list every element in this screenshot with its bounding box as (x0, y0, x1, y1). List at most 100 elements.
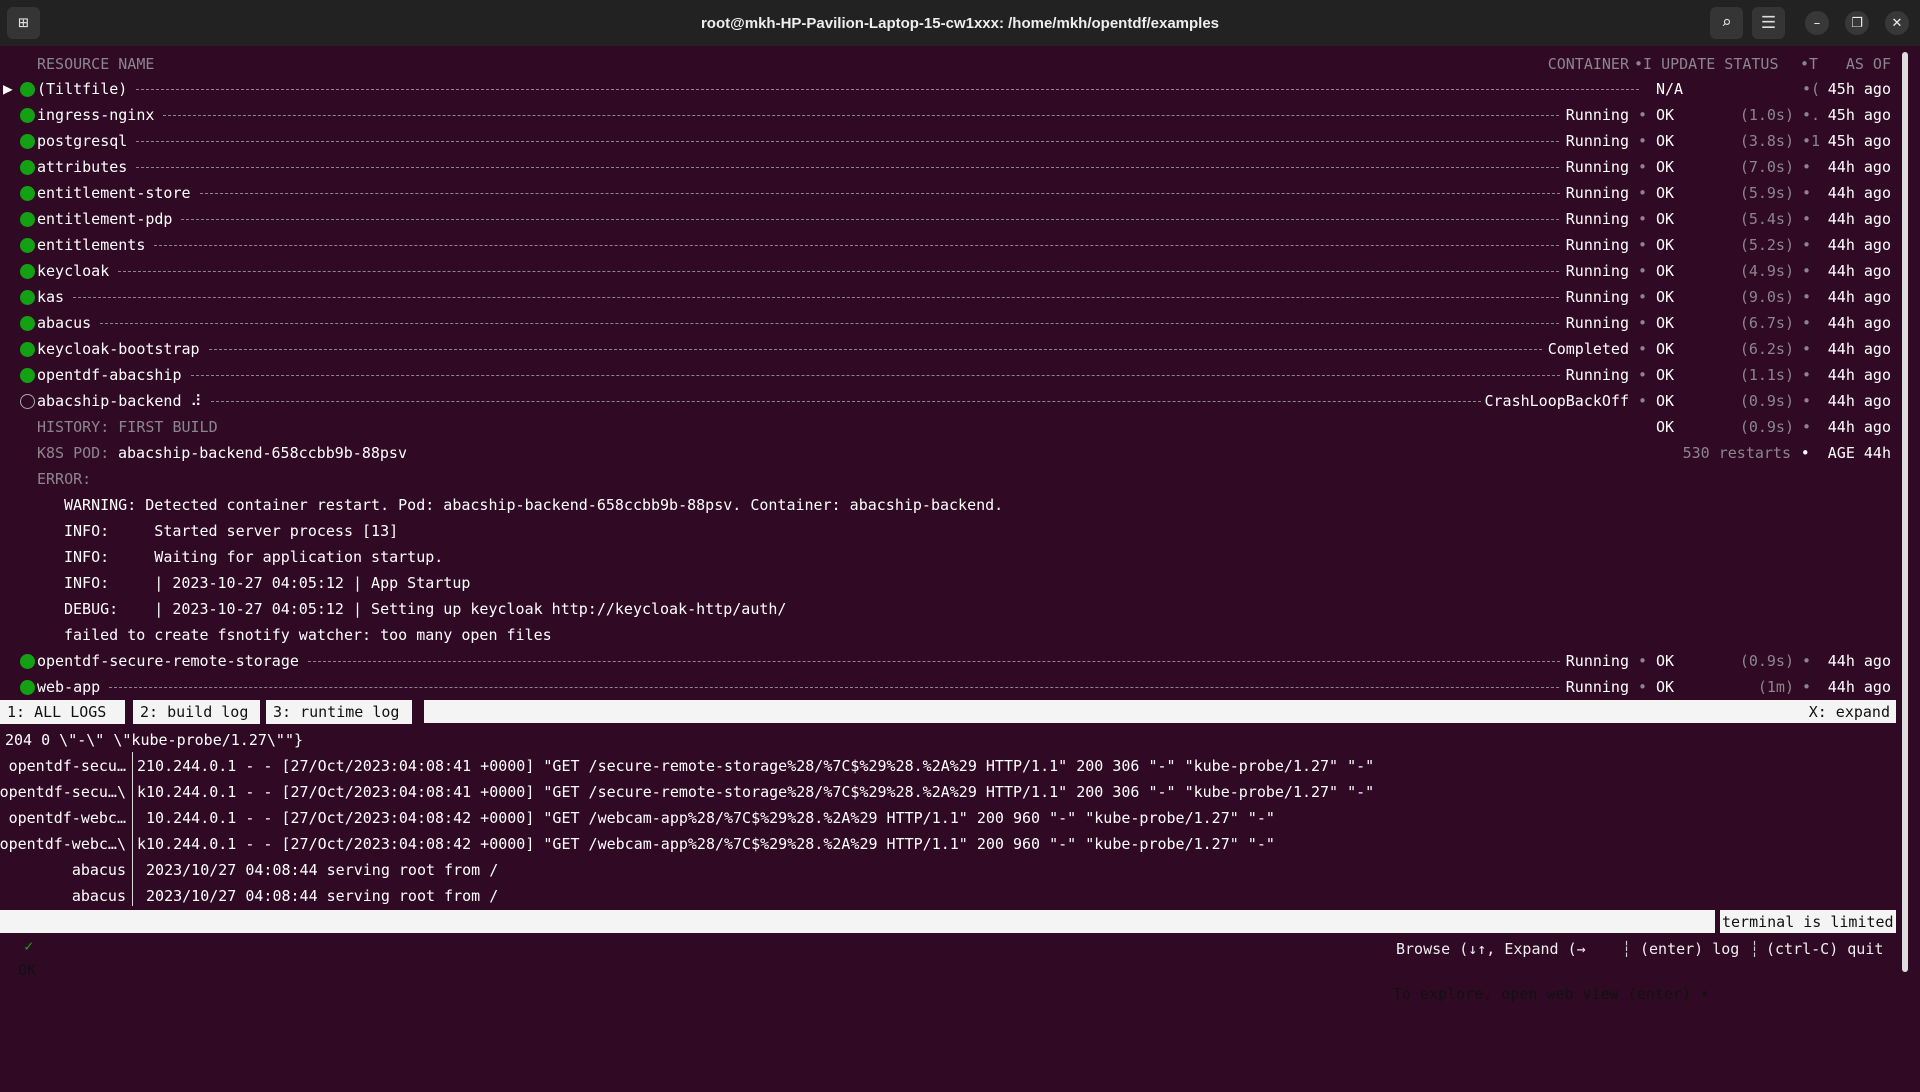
dash-leader (118, 271, 1560, 284)
status-bar: ✓ OK To explore, open web view (enter) • (0, 910, 1715, 1003)
dash-leader (199, 193, 1560, 206)
separator-dot: • (1638, 340, 1648, 358)
extra-column: • (1802, 262, 1812, 280)
extra-column: • (1802, 652, 1812, 670)
update-status: OK (1656, 158, 1675, 176)
selected-arrow-icon: ▶ (3, 79, 13, 98)
tab-2-build-log[interactable]: 2: build log (133, 700, 260, 724)
extra-column: •1 (1802, 132, 1821, 150)
minimize-button[interactable]: – (1805, 11, 1829, 35)
status-ok-icon (20, 82, 35, 97)
col-container: CONTAINER (1547, 55, 1629, 73)
container-status: Running (1565, 288, 1629, 306)
status-ok-icon (20, 654, 35, 669)
dash-leader (190, 375, 1560, 388)
resource-name: attributes (37, 158, 128, 176)
dash-leader (307, 661, 1560, 674)
age: 44h ago (1827, 392, 1891, 410)
build-duration: (1.1s) (1739, 366, 1794, 384)
pod-label: K8S POD: (37, 444, 110, 462)
search-button[interactable]: ⌕ (1710, 7, 1743, 39)
history-label: HISTORY: FIRST BUILD (37, 418, 218, 436)
separator-dot: • (1638, 288, 1648, 306)
age: 44h ago (1827, 678, 1891, 696)
extra-column: • (1802, 314, 1812, 332)
resource-row[interactable]: ▶ (Tiltfile) N/A •(45h ago (0, 76, 1896, 102)
resource-row[interactable]: opentdf-secure-remote-storage Running • OK (… (0, 648, 1896, 674)
resource-row[interactable]: entitlements Running • OK (5.2s) • 44h ago (0, 232, 1896, 258)
update-status: OK (1656, 236, 1675, 254)
extra-column: • (1802, 392, 1812, 410)
dash-leader (136, 89, 1640, 102)
error-line: INFO: Started server process [13] (64, 522, 399, 540)
update-status: OK (1656, 678, 1675, 696)
separator-dot: • (1638, 236, 1648, 254)
title-bar: ⊞ root@mkh-HP-Pavilion-Laptop-15-cw1xxx:… (0, 0, 1920, 46)
tab-3-runtime-log[interactable]: 3: runtime log (266, 700, 412, 724)
log-line: abacus 2023/10/27 04:08:44 serving root … (0, 857, 1896, 883)
age: 44h ago (1827, 184, 1891, 202)
error-line: INFO: | 2023-10-27 04:05:12 | App Startu… (64, 574, 471, 592)
resource-name: entitlements (37, 236, 146, 254)
log-source: opentdf-secu… (8, 757, 126, 775)
log-line: opentdf-webc… 10.244.0.1 - - [27/Oct/202… (0, 805, 1896, 831)
error-line: DEBUG: | 2023-10-27 04:05:12 | Setting u… (64, 600, 787, 618)
build-duration: (5.9s) (1739, 184, 1794, 202)
update-status: OK (1656, 392, 1675, 410)
resource-name: entitlement-pdp (37, 210, 173, 228)
resource-row[interactable]: entitlement-store Running • OK (5.9s) • 44h ag… (0, 180, 1896, 206)
extra-column: •( (1802, 80, 1821, 98)
log-text: 2023/10/27 04:08:44 serving root from / (137, 861, 499, 879)
resource-name: kas (37, 288, 65, 306)
status-ok-icon (20, 186, 35, 201)
resource-row[interactable]: keycloak Running • OK (4.9s) • 44h ago (0, 258, 1896, 284)
resource-row[interactable]: opentdf-abacship Running • OK (1.1s) • 44h ago (0, 362, 1896, 388)
update-status: OK (1656, 288, 1675, 306)
error-line: WARNING: Detected container restart. Pod… (64, 496, 1004, 514)
maximize-button[interactable]: ❐ (1845, 11, 1869, 35)
age: 44h ago (1827, 210, 1891, 228)
container-status: Running (1565, 236, 1629, 254)
tab-1-all-logs[interactable]: 1: ALL LOGS (0, 700, 125, 724)
resource-name: keycloak-bootstrap (37, 340, 200, 358)
menu-button[interactable]: ☰ (1752, 7, 1785, 39)
status-ok-icon (20, 160, 35, 175)
extra-column: • (1802, 158, 1812, 176)
status-ok-icon (20, 264, 35, 279)
resource-name: entitlement-store (37, 184, 191, 202)
new-tab-icon: ⊞ (18, 13, 29, 33)
status-ok-icon (20, 342, 35, 357)
resource-row[interactable]: kas Running • OK (9.0s) • 44h ago (0, 284, 1896, 310)
scrollbar[interactable] (1902, 52, 1908, 972)
col-resource-name: RESOURCE NAME (37, 55, 155, 73)
resource-row[interactable]: abacship-backend ⠼ CrashLoopBackOff • OK (0.… (0, 388, 1896, 414)
resource-row[interactable]: web-app Running • OK (1m) • 44h ago (0, 674, 1896, 700)
log-prefix-divider (132, 752, 133, 906)
status-ok-icon (20, 680, 35, 695)
log-text: 2023/10/27 04:08:44 serving root from / (137, 887, 499, 905)
status-ok-icon (20, 212, 35, 227)
log-line: opentdf-secu…\ k10.244.0.1 - - [27/Oct/20… (0, 779, 1896, 805)
resource-row[interactable]: attributes Running • OK (7.0s) • 44h ago (0, 154, 1896, 180)
pod-age: • AGE 44h (1800, 444, 1891, 462)
close-button[interactable]: ✕ (1885, 11, 1909, 35)
pod-row: K8S POD: abacship-backend-658ccbb9b-88psv… (0, 440, 1896, 466)
resource-row[interactable]: entitlement-pdp Running • OK (5.4s) • 44h ago (0, 206, 1896, 232)
build-duration: (7.0s) (1739, 158, 1794, 176)
status-ok-icon (20, 290, 35, 305)
resource-row[interactable]: keycloak-bootstrap Completed • OK (6.2s) • 44h… (0, 336, 1896, 362)
resource-row[interactable]: ingress-nginx Running • OK (1.0s) •. 45h ago (0, 102, 1896, 128)
update-status: N/A (1656, 80, 1684, 98)
build-duration: (5.2s) (1739, 236, 1794, 254)
container-status: Running (1565, 184, 1629, 202)
resource-row[interactable]: abacus Running • OK (6.7s) • 44h ago (0, 310, 1896, 336)
close-icon: ✕ (1891, 15, 1903, 31)
resource-row[interactable]: postgresql Running • OK (3.8s) •1 45h ago (0, 128, 1896, 154)
history-age: 44h ago (1827, 418, 1891, 436)
col-as-of: AS OF (1845, 55, 1891, 73)
hamburger-menu-icon: ☰ (1760, 13, 1777, 33)
help-bar: Browse (↓↑, Expand (→ ┆ (enter) log ┆ (c… (0, 936, 1896, 962)
new-tab-button[interactable]: ⊞ (7, 7, 40, 39)
age: 44h ago (1827, 158, 1891, 176)
update-status: OK (1656, 340, 1675, 358)
